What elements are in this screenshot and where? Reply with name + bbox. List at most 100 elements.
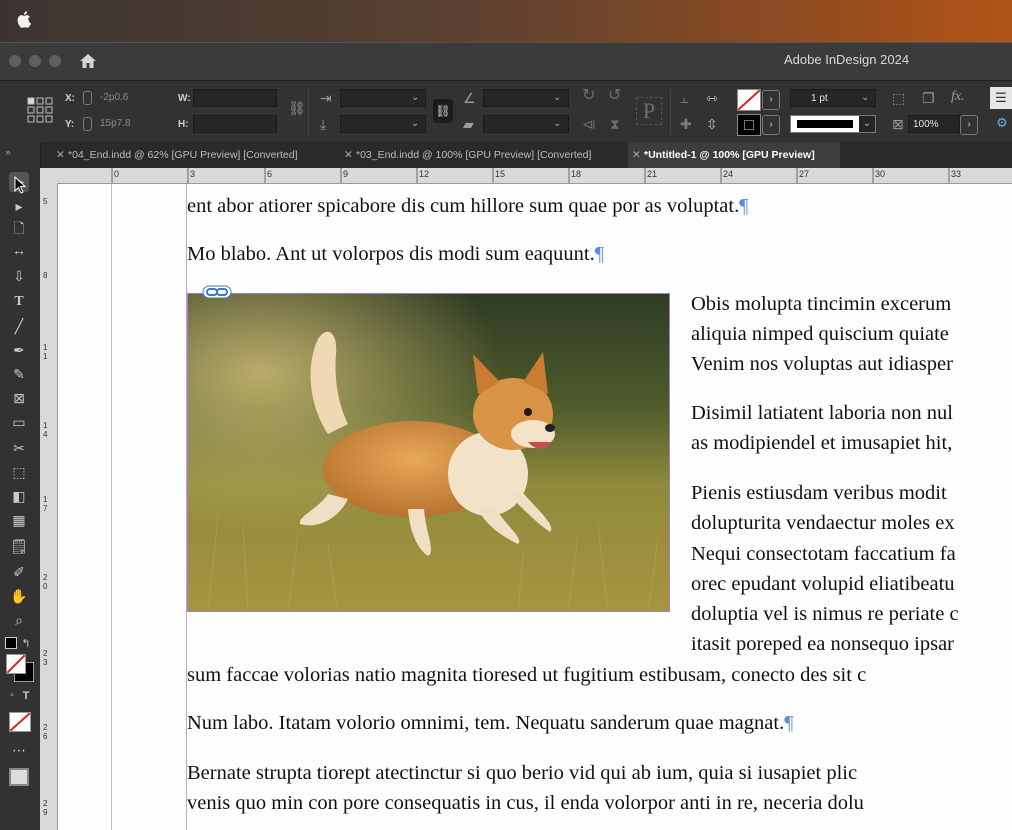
apple-logo-icon[interactable]: [17, 10, 39, 32]
height-field[interactable]: [193, 115, 277, 133]
scale-y-dropdown-chevron-icon[interactable]: ⌄: [411, 118, 419, 129]
opacity-options-chevron-icon[interactable]: ›: [960, 115, 978, 135]
stroke-options-chevron-icon[interactable]: ›: [762, 115, 780, 135]
tab-03-end[interactable]: ✕ *03_End.indd @ 100% [GPU Preview] [Con…: [340, 142, 625, 168]
vertical-ruler[interactable]: 5 8 1 1 1 4 1 7 2 0 2 3 2 6 2 9: [40, 183, 58, 830]
scale-x-icon: ⇥: [320, 90, 332, 106]
default-fill-stroke-icon[interactable]: [5, 637, 17, 649]
width-field[interactable]: [193, 89, 277, 107]
swap-fill-stroke-icon[interactable]: ↰: [19, 634, 33, 654]
close-tab-icon[interactable]: ✕: [344, 142, 353, 168]
scissors-tool-icon[interactable]: ✂: [9, 438, 29, 458]
fill-swatch-none-icon[interactable]: [6, 654, 26, 674]
align-center-icon[interactable]: ✚: [680, 117, 692, 131]
text-line[interactable]: ent abor atiorer spicabore dis cum hillo…: [187, 191, 749, 221]
line-tool-icon[interactable]: ╱: [9, 316, 29, 336]
text-line[interactable]: Nequi consectotam faccatium fa: [691, 539, 956, 569]
opacity-field[interactable]: 100%: [908, 115, 960, 133]
frame-fitting-icon[interactable]: ⬚: [892, 91, 905, 105]
type-tool-icon[interactable]: T: [9, 292, 29, 312]
direct-selection-tool-icon[interactable]: ▸: [9, 196, 29, 216]
reference-point-icon[interactable]: [27, 97, 53, 123]
app-title: Adobe InDesign 2024: [784, 52, 910, 67]
constrain-proportions-icon[interactable]: ⛓: [288, 101, 306, 115]
tools-panel: » ➤ ▸ 🗋 ↔ ⇩ T ╱ ✒ ✎ ⊠ ▭ ✂ ⬚ ◧ ▦ 🗒 ✐ ✋ ⌕ …: [0, 142, 41, 830]
effects-fx-icon[interactable]: fx.: [951, 90, 965, 104]
stroke-weight-dropdown-chevron-icon[interactable]: ⌄: [861, 92, 869, 103]
text-line[interactable]: doluptia vel is nimus re periate c: [691, 599, 959, 629]
drop-shadow-icon[interactable]: ❐: [922, 91, 935, 105]
placed-image-frame[interactable]: [187, 293, 670, 612]
distribute-vertical-icon[interactable]: ⇳: [706, 117, 718, 131]
formatting-container-icon[interactable]: ▫: [5, 686, 19, 706]
flip-horizontal-icon[interactable]: ⧏: [582, 117, 596, 131]
text-line[interactable]: Disimil latiatent laboria non nul: [691, 398, 953, 428]
gradient-swatch-tool-icon[interactable]: ◧: [9, 486, 29, 506]
text-line[interactable]: Venim nos voluptas aut idiasper: [691, 349, 953, 379]
pencil-tool-icon[interactable]: ✎: [9, 364, 29, 384]
rectangle-tool-icon[interactable]: ▭: [9, 412, 29, 432]
text-line[interactable]: Mo blabo. Ant ut volorpos dis modi sum e…: [187, 239, 604, 269]
tab-label: *03_End.indd @ 100% [GPU Preview] [Conve…: [356, 149, 592, 161]
close-tab-icon[interactable]: ✕: [56, 142, 65, 168]
view-mode-icon[interactable]: ⋯: [9, 740, 29, 760]
text-line[interactable]: aliquia nimped quiscium quiate: [691, 319, 949, 349]
scale-x-dropdown-chevron-icon[interactable]: ⌄: [411, 92, 419, 103]
ruler-tick-label: 24: [723, 169, 734, 179]
fill-none-swatch-icon[interactable]: [737, 89, 761, 111]
text-line[interactable]: venis quo min con pore consequatis in cu…: [187, 788, 864, 818]
fill-options-chevron-icon[interactable]: ›: [762, 90, 780, 110]
distribute-horizontal-icon[interactable]: ⇿: [706, 91, 718, 105]
zoom-tool-icon[interactable]: ⌕: [9, 610, 29, 630]
pen-tool-icon[interactable]: ✒: [9, 340, 29, 360]
minimize-window-button[interactable]: [29, 55, 41, 67]
zoom-window-button[interactable]: [49, 55, 61, 67]
x-position-field[interactable]: -2p0.6: [80, 89, 164, 107]
horizontal-ruler[interactable]: 0 3 6 9 12 15 18 21 24 27 30 33: [40, 168, 1012, 184]
constrain-scale-icon[interactable]: ⛓: [433, 99, 453, 123]
align-top-icon[interactable]: ⫠: [680, 91, 688, 105]
text-line[interactable]: Bernate strupta tiorept atectinctur si q…: [187, 758, 857, 788]
text-line[interactable]: Pienis estiusdam veribus modit: [691, 478, 947, 508]
text-line[interactable]: dolupturita vendaectur moles ex: [691, 508, 955, 538]
text-line[interactable]: itasit poreped ea nonsequo ipsar: [691, 629, 954, 659]
text-line[interactable]: Obis molupta tincimin excerum: [691, 289, 951, 319]
stroke-style-select[interactable]: ⌄: [790, 115, 876, 133]
home-icon[interactable]: [79, 52, 97, 70]
close-tab-icon[interactable]: ✕: [632, 142, 641, 168]
gap-tool-icon[interactable]: ↔: [9, 240, 29, 260]
rotation-dropdown-chevron-icon[interactable]: ⌄: [553, 92, 561, 103]
x-label: X:: [65, 93, 75, 104]
apply-none-icon[interactable]: [9, 712, 31, 732]
note-tool-icon[interactable]: 🗒: [9, 536, 29, 556]
content-link-icon[interactable]: [202, 284, 232, 300]
y-position-field[interactable]: 15p7.8: [80, 115, 164, 133]
collapse-panel-icon[interactable]: »: [3, 142, 13, 162]
text-line[interactable]: sum faccae volorias natio magnita tiores…: [187, 660, 866, 690]
free-transform-tool-icon[interactable]: ⬚: [9, 462, 29, 482]
rectangle-frame-tool-icon[interactable]: ⊠: [9, 388, 29, 408]
text-line[interactable]: orec epudant volupid eliatibeatu: [691, 569, 955, 599]
tab-untitled-1[interactable]: ✕ *Untitled-1 @ 100% [GPU Preview]: [628, 142, 840, 168]
text-line[interactable]: Num labo. Itatam volorio omnimi, tem. Ne…: [187, 708, 794, 738]
tab-04-end[interactable]: ✕ *04_End.indd @ 62% [GPU Preview] [Conv…: [52, 142, 335, 168]
gradient-feather-tool-icon[interactable]: ▦: [9, 510, 29, 530]
flip-vertical-icon[interactable]: ⧗: [610, 117, 620, 131]
stroke-black-swatch-icon[interactable]: [737, 114, 761, 136]
content-collector-tool-icon[interactable]: ⇩: [9, 266, 29, 286]
ruler-tick-label: 27: [799, 169, 810, 179]
paragraph-p-icon[interactable]: P: [636, 97, 662, 125]
rotate-counterclockwise-icon[interactable]: ↺: [608, 88, 621, 104]
hand-tool-icon[interactable]: ✋: [9, 586, 29, 606]
close-window-button[interactable]: [9, 55, 21, 67]
eyedropper-tool-icon[interactable]: ✐: [9, 562, 29, 582]
panel-menu-icon[interactable]: ☰: [990, 87, 1012, 109]
ruler-tick-label: 2 0: [43, 573, 48, 591]
screen-mode-icon[interactable]: [9, 768, 29, 786]
quick-apply-icon[interactable]: ⚙: [992, 115, 1012, 133]
shear-dropdown-chevron-icon[interactable]: ⌄: [553, 118, 561, 129]
text-line[interactable]: as modipiendel et imusapiet hit,: [691, 428, 952, 458]
formatting-text-icon[interactable]: T: [19, 686, 33, 706]
page-tool-icon[interactable]: 🗋: [9, 218, 29, 238]
rotate-clockwise-icon[interactable]: ↻: [582, 88, 595, 104]
